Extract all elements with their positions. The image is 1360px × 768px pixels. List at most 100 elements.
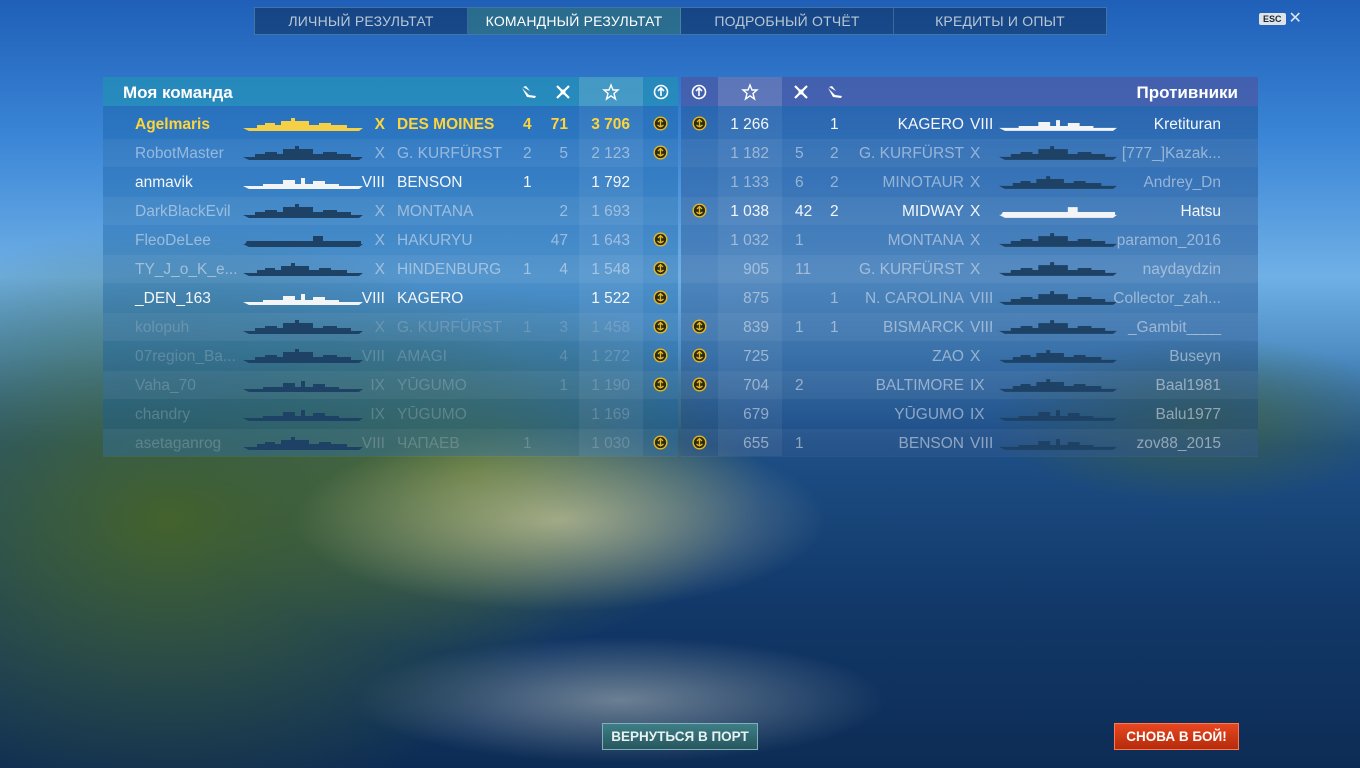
enemy-team-row[interactable]: 655 1 BENSON VIII zov88_2015 bbox=[681, 429, 1258, 457]
tab-detailed-report[interactable]: ПОДРОБНЫЙ ОТЧЁТ bbox=[681, 8, 894, 34]
ship-tier: VIII bbox=[970, 116, 994, 133]
my-team-panel: Моя команда Agelmaris X DES MOINES 4 71 3 706… bbox=[103, 77, 678, 457]
medal-icon bbox=[653, 319, 668, 334]
player-name: Baal1981 bbox=[1155, 377, 1221, 394]
ship-tier: X bbox=[374, 145, 385, 162]
tab-personal-result[interactable]: ЛИЧНЫЙ РЕЗУЛЬТАТ bbox=[255, 8, 468, 34]
return-to-port-button[interactable]: ВЕРНУТЬСЯ В ПОРТ bbox=[602, 723, 758, 750]
player-name: Hatsu bbox=[1180, 203, 1222, 220]
my-team-row[interactable]: kolopuh X G. KURFÜRST 1 3 1 458 bbox=[103, 313, 678, 341]
battle-again-button[interactable]: СНОВА В БОЙ! bbox=[1114, 723, 1239, 750]
planes-destroyed: 1 bbox=[523, 261, 532, 278]
enemy-team-row[interactable]: 905 11 G. KURFÜRST Xnaydaydzin bbox=[681, 255, 1258, 283]
player-name: Balu1977 bbox=[1155, 406, 1221, 423]
ship-silhouette-icon bbox=[999, 349, 1117, 368]
base-xp: 1 182 bbox=[730, 145, 769, 162]
ship-silhouette-icon bbox=[243, 233, 363, 252]
my-team-row[interactable]: _DEN_163 VIII KAGERO 1 522 bbox=[103, 284, 678, 312]
enemy-team-row[interactable]: 1 133 6 2 MINOTAUR X Andrey_Dn bbox=[681, 168, 1258, 196]
kills-count: 2 bbox=[795, 377, 804, 394]
ship-name: BENSON bbox=[898, 435, 964, 452]
ship-silhouette-icon bbox=[243, 175, 363, 194]
enemy-team-row[interactable]: 1 032 1 MONTANA Xparamon_2016 bbox=[681, 226, 1258, 254]
ship-name: G. KURFÜRST bbox=[397, 319, 503, 336]
my-team-row[interactable]: Agelmaris X DES MOINES 4 71 3 706 bbox=[103, 110, 678, 138]
ship-silhouette-icon bbox=[999, 320, 1117, 339]
ship-silhouette-icon bbox=[999, 436, 1117, 455]
esc-close-button[interactable]: ESC ✕ bbox=[1259, 11, 1302, 27]
ship-silhouette-icon bbox=[999, 233, 1117, 252]
my-team-row[interactable]: DarkBlackEvil X MONTANA 2 1 693 bbox=[103, 197, 678, 225]
kills-count: 4 bbox=[559, 348, 568, 365]
enemy-team-row[interactable]: 1 266 1 KAGERO VIII Kretituran bbox=[681, 110, 1258, 138]
player-name: Agelmaris bbox=[135, 116, 210, 133]
planes-destroyed: 2 bbox=[830, 174, 839, 191]
ship-name: MINOTAUR bbox=[882, 174, 964, 191]
tab-credits-xp[interactable]: КРЕДИТЫ И ОПЫТ bbox=[894, 8, 1106, 34]
player-name: chandry bbox=[135, 406, 191, 423]
base-xp: 1 038 bbox=[730, 203, 769, 220]
enemy-team-row[interactable]: 1 038 42 2 MIDWAY X Hatsu bbox=[681, 197, 1258, 225]
ship-name: YŪGUMO bbox=[397, 406, 467, 423]
base-xp: 1 272 bbox=[591, 348, 630, 365]
my-team-row[interactable]: chandry IX YŪGUMO 1 169 bbox=[103, 400, 678, 428]
my-team-row[interactable]: 07region_Ba... VIII AMAGI 4 1 272 bbox=[103, 342, 678, 370]
player-name: 07region_Ba... bbox=[135, 348, 236, 365]
ship-silhouette-icon bbox=[243, 262, 363, 281]
kills-count: 4 bbox=[559, 261, 568, 278]
base-xp: 875 bbox=[743, 290, 769, 307]
star-icon bbox=[718, 77, 782, 106]
enemy-team-row[interactable]: 725 ZAO X Buseyn bbox=[681, 342, 1258, 370]
my-team-row[interactable]: FleoDeLee X HAKURYU 47 1 643 bbox=[103, 226, 678, 254]
close-icon[interactable]: ✕ bbox=[1289, 11, 1302, 27]
player-name: RobotMaster bbox=[135, 145, 224, 162]
base-xp: 1 693 bbox=[591, 203, 630, 220]
ship-name: ЧАПАЕВ bbox=[397, 435, 460, 452]
base-xp: 1 266 bbox=[730, 116, 769, 133]
base-xp: 679 bbox=[743, 406, 769, 423]
ship-tier: VIII bbox=[970, 290, 994, 307]
enemy-team-row[interactable]: 679 YŪGUMO IX Balu1977 bbox=[681, 400, 1258, 428]
medal-icon bbox=[653, 116, 668, 131]
base-xp: 905 bbox=[743, 261, 769, 278]
enemy-team-row[interactable]: 839 1 1 BISMARCK VIII _Gambit____ bbox=[681, 313, 1258, 341]
ship-tier: VIII bbox=[970, 319, 994, 336]
player-name: DarkBlackEvil bbox=[135, 203, 231, 220]
my-team-row[interactable]: TY_J_o_K_e... X HINDENBURG 1 4 1 548 bbox=[103, 255, 678, 283]
ship-silhouette-icon bbox=[243, 291, 363, 310]
my-team-title: Моя команда bbox=[123, 83, 233, 102]
base-xp: 655 bbox=[743, 435, 769, 452]
my-team-row[interactable]: anmavik VIII BENSON 1 1 792 bbox=[103, 168, 678, 196]
ship-tier: X bbox=[970, 174, 981, 191]
base-xp: 704 bbox=[743, 377, 769, 394]
enemy-team-row[interactable]: 1 182 5 2 G. KURFÜRST X [777_]Kazak... bbox=[681, 139, 1258, 167]
my-team-header: Моя команда bbox=[103, 77, 678, 106]
ship-silhouette-icon bbox=[243, 407, 363, 426]
player-name: naydaydzin bbox=[1142, 261, 1221, 278]
base-xp: 1 458 bbox=[591, 319, 630, 336]
star-icon bbox=[579, 77, 643, 106]
ship-silhouette-icon bbox=[243, 117, 363, 136]
player-name: FleoDeLee bbox=[135, 232, 211, 249]
enemy-team-row[interactable]: 704 2 BALTIMORE IX Baal1981 bbox=[681, 371, 1258, 399]
my-team-row[interactable]: Vaha_70 IX YŪGUMO 1 1 190 bbox=[103, 371, 678, 399]
base-xp: 1 169 bbox=[591, 406, 630, 423]
player-name: kolopuh bbox=[135, 319, 190, 336]
ship-name: G. KURFÜRST bbox=[858, 261, 964, 278]
medal-icon bbox=[692, 377, 707, 392]
ship-tier: IX bbox=[970, 406, 985, 423]
planes-destroyed: 2 bbox=[830, 145, 839, 162]
kills-count: 6 bbox=[795, 174, 804, 191]
ship-silhouette-icon bbox=[999, 262, 1117, 281]
ship-tier: VIII bbox=[361, 348, 385, 365]
enemy-team-row[interactable]: 875 1 N. CAROLINA VIII Collector_zah... bbox=[681, 284, 1258, 312]
ship-name: HINDENBURG bbox=[397, 261, 502, 278]
my-team-row[interactable]: asetaganrog VIII ЧАПАЕВ 1 1 030 bbox=[103, 429, 678, 457]
tab-team-result[interactable]: КОМАНДНЫЙ РЕЗУЛЬТАТ bbox=[468, 8, 681, 34]
enemy-team-panel: Противники 1 266 1 KAGERO VIII Kretituran 1 1… bbox=[681, 77, 1258, 457]
ship-tier: X bbox=[970, 348, 981, 365]
base-xp: 1 643 bbox=[591, 232, 630, 249]
ship-name: N. CAROLINA bbox=[864, 290, 964, 307]
my-team-row[interactable]: RobotMaster X G. KURFÜRST 2 5 2 123 bbox=[103, 139, 678, 167]
player-name: Andrey_Dn bbox=[1143, 174, 1221, 191]
